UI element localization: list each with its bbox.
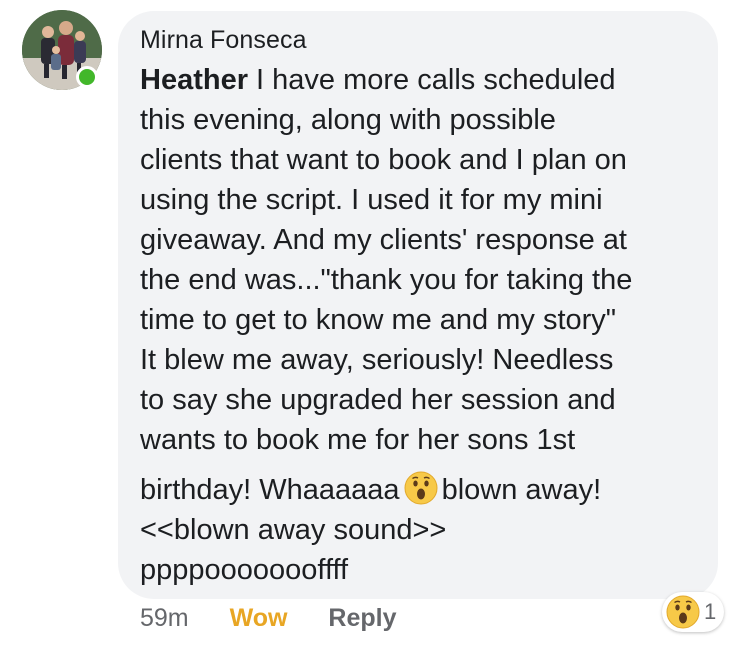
reaction-count-badge[interactable]: 1 xyxy=(662,592,725,632)
comment-line: this evening, along with possible xyxy=(140,104,556,136)
comment-text: Heather I have more calls scheduled this… xyxy=(140,60,712,590)
comment-line: to say she upgraded her session and xyxy=(140,384,616,416)
mention-link[interactable]: Heather xyxy=(140,64,248,96)
wow-emoji-icon xyxy=(404,471,438,505)
wow-emoji-icon xyxy=(666,595,700,629)
comment-actions: 59m Wow Reply xyxy=(140,604,431,633)
comment-line: <<blown away sound>> xyxy=(140,514,447,546)
comment-line: giveaway. And my clients' response at xyxy=(140,224,627,256)
comment-timestamp[interactable]: 59m xyxy=(140,604,189,632)
comment-line: the end was..."thank you for taking the xyxy=(140,264,633,296)
comment-line: time to get to know me and my story" xyxy=(140,304,617,336)
comment-author[interactable]: Mirna Fonseca xyxy=(140,26,307,55)
reply-button[interactable]: Reply xyxy=(328,604,396,632)
comment-line: ppppoooooooffff xyxy=(140,554,349,586)
comment-line: wants to book me for her sons 1st xyxy=(140,424,576,456)
comment-line: birthday! Whaaaaaa blown away! xyxy=(140,470,712,510)
comment-line: clients that want to book and I plan on xyxy=(140,144,627,176)
comment: Mirna Fonseca Heather I have more calls … xyxy=(0,0,749,662)
comment-line: It blew me away, seriously! Needless xyxy=(140,344,614,376)
comment-line: Heather I have more calls scheduled xyxy=(140,64,616,96)
reaction-count: 1 xyxy=(704,599,717,624)
online-status-indicator xyxy=(76,66,98,88)
wow-reaction-button[interactable]: Wow xyxy=(230,604,288,632)
comment-line: using the script. I used it for my mini xyxy=(140,184,603,216)
